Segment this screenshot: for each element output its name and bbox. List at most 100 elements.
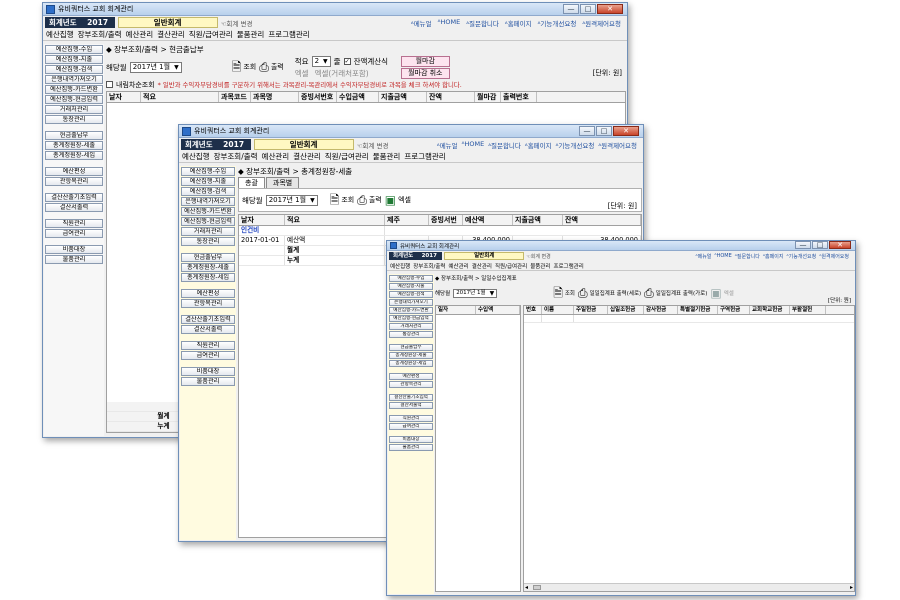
sidebar-item-staff[interactable]: 직원관리 [181,341,235,350]
print-vertical-button[interactable]: ⎙ 일일집계표 출력(세로) [578,287,641,299]
column-header[interactable]: 수입금액 [337,92,379,102]
link-remote-control[interactable]: ᴬ원격제어요청 [582,18,621,28]
column-header[interactable]: 지출금액 [513,215,563,225]
sidebar-item-ledger-expense[interactable]: 총계정원장-세출 [389,352,433,359]
sidebar-item-staff[interactable]: 직원관리 [45,219,103,228]
sidebar-item-settlement-print[interactable]: 결산서출력 [389,402,433,409]
link-feature-request[interactable]: ᴬ기능개선요청 [786,253,816,260]
title-bar[interactable]: 유비쿼터스 교회 회계관리 — □ ✕ [179,125,643,138]
sidebar-item-account-items[interactable]: 관항목관리 [389,381,433,388]
sidebar-item-cash-book[interactable]: 현금출납부 [181,253,235,262]
fiscal-year-value[interactable]: 2017 [416,252,443,260]
sidebar-item-cash-input[interactable]: 예산집행-현금입력 [45,95,103,104]
menu-program[interactable]: 프로그램관리 [268,29,309,40]
sidebar-item-income[interactable]: 예산집행-수입 [181,167,235,176]
link-question[interactable]: ᴬ질문합니다 [466,18,499,28]
tab-by-account[interactable]: 과목별 [265,177,300,188]
sidebar-item-card-convert[interactable]: 예산집행-카드변환 [45,85,103,94]
column-header[interactable]: 이름 [542,306,574,314]
sidebar-item-bankbook[interactable]: 통장관리 [389,331,433,338]
link-manual[interactable]: ᴬ메뉴얼 [437,140,458,150]
link-remote-control[interactable]: ᴬ원격제어요청 [819,253,849,260]
scroll-right-icon[interactable]: ▸ [850,584,853,591]
period-select[interactable]: 2017년 1월 ▼ [453,288,498,298]
link-homepage[interactable]: ᴬ홈페이지 [763,253,784,260]
excel-button[interactable]: ▣ 엑셀 [385,194,411,206]
sidebar-item-ledger-income[interactable]: 총계정원장-세입 [45,151,103,160]
table-row[interactable] [524,315,854,323]
sidebar-item-cash-book[interactable]: 현금출납부 [45,131,103,140]
sidebar-item-budget-plan[interactable]: 예산편성 [181,289,235,298]
menu-budget-exec[interactable]: 예산집행 [182,151,210,162]
link-manual[interactable]: ᴬ메뉴얼 [695,253,711,260]
minimize-button[interactable]: — [579,126,595,136]
menu-goods[interactable]: 물품관리 [373,151,401,162]
sidebar-item-account-items[interactable]: 관항목관리 [45,177,103,186]
minimize-button[interactable]: — [563,4,579,14]
change-account-link[interactable]: ☜회계 변경 [221,18,253,28]
sidebar-item-expense[interactable]: 예산집행-지출 [181,177,235,186]
link-question[interactable]: ᴬ질문합니다 [735,253,760,260]
excel-button[interactable]: 엑셀 [295,68,309,79]
descending-checkbox[interactable] [106,81,113,88]
excel-total-button[interactable]: 엑셀(거래처포함) [315,68,369,79]
change-account-link[interactable]: ☜회계 변경 [526,253,550,260]
link-home[interactable]: ᴬHOME [438,18,461,28]
menu-settlement[interactable]: 결산관리 [472,262,492,270]
menu-budget-mgmt[interactable]: 예산관리 [448,262,468,270]
column-header[interactable]: 출력번호 [501,92,537,102]
maximize-button[interactable]: □ [580,4,596,14]
menu-ledger[interactable]: 장부조회/출력 [413,262,445,270]
sidebar-item-equipment[interactable]: 비품대장 [45,245,103,254]
column-header[interactable]: 적요 [141,92,219,102]
fiscal-year-value[interactable]: 2017 [80,17,115,28]
tab-summary[interactable]: 총괄 [238,177,265,188]
sidebar-item-ledger-expense[interactable]: 총계정원장-세출 [45,141,103,150]
sidebar-item-expense[interactable]: 예산집행-지출 [45,55,103,64]
link-homepage[interactable]: ᴬ홈페이지 [525,140,552,150]
column-header[interactable]: 날자 [107,92,141,102]
sidebar-item-bankbook[interactable]: 통장관리 [45,115,103,124]
sidebar-item-ledger-income[interactable]: 총계정원장-세입 [389,360,433,367]
sidebar-item-bank-import[interactable]: 은행내역가져오기 [389,299,433,306]
column-header[interactable]: 증빙서번 [429,215,463,225]
menu-budget-exec[interactable]: 예산집행 [390,262,410,270]
column-header[interactable]: 증빙서번호 [299,92,337,102]
link-feature-request[interactable]: ᴬ기능개선요청 [538,18,577,28]
menu-settlement[interactable]: 결산관리 [293,151,321,162]
sidebar-item-ledger-income[interactable]: 총계정원장-세입 [181,273,235,282]
column-header[interactable]: 월마감 [475,92,501,102]
maximize-button[interactable]: □ [812,241,828,249]
column-header[interactable]: 부활절헌 [790,306,826,314]
month-close-button[interactable]: 월마감 [401,55,450,67]
column-header[interactable]: 주일헌금 [574,306,608,314]
column-header[interactable]: 감사헌금 [644,306,678,314]
column-header[interactable]: 구역헌금 [718,306,750,314]
sidebar-item-search[interactable]: 예산집행-검색 [45,65,103,74]
sidebar-item-equipment[interactable]: 비품대장 [389,436,433,443]
month-close-cancel-button[interactable]: 월마감 취소 [401,67,450,79]
scroll-left-icon[interactable]: ◂ [525,584,528,591]
section-row[interactable]: 인건비 [239,226,641,236]
menu-staff-payroll[interactable]: 직원/급여관리 [189,29,233,40]
horizontal-scrollbar[interactable]: ◂ ▸ [524,583,854,591]
sidebar-item-vendor[interactable]: 거래처관리 [389,323,433,330]
sidebar-item-staff[interactable]: 직원관리 [389,415,433,422]
column-header[interactable]: 과목명 [251,92,299,102]
close-button[interactable]: ✕ [597,4,623,14]
column-header[interactable]: 예산액 [463,215,513,225]
balance-calc-checkbox[interactable]: ✓ [343,57,351,65]
menu-goods[interactable]: 물품관리 [530,262,550,270]
column-header[interactable]: 특별절기헌금 [678,306,718,314]
sidebar-item-ledger-expense[interactable]: 총계정원장-세출 [181,263,235,272]
menu-budget-mgmt[interactable]: 예산관리 [262,151,290,162]
sidebar-item-card-convert[interactable]: 예산집행-카드변환 [181,207,235,216]
sidebar-item-payroll[interactable]: 급여관리 [45,229,103,238]
link-remote-control[interactable]: ᴬ원격제어요청 [598,140,637,150]
close-button[interactable]: ✕ [829,241,851,249]
close-button[interactable]: ✕ [613,126,639,136]
excel-button[interactable]: ▣ 엑셀 [710,287,733,299]
sidebar-item-budget-plan[interactable]: 예산편성 [45,167,103,176]
change-account-link[interactable]: ☜회계 변경 [357,140,389,150]
menu-settlement[interactable]: 결산관리 [157,29,185,40]
